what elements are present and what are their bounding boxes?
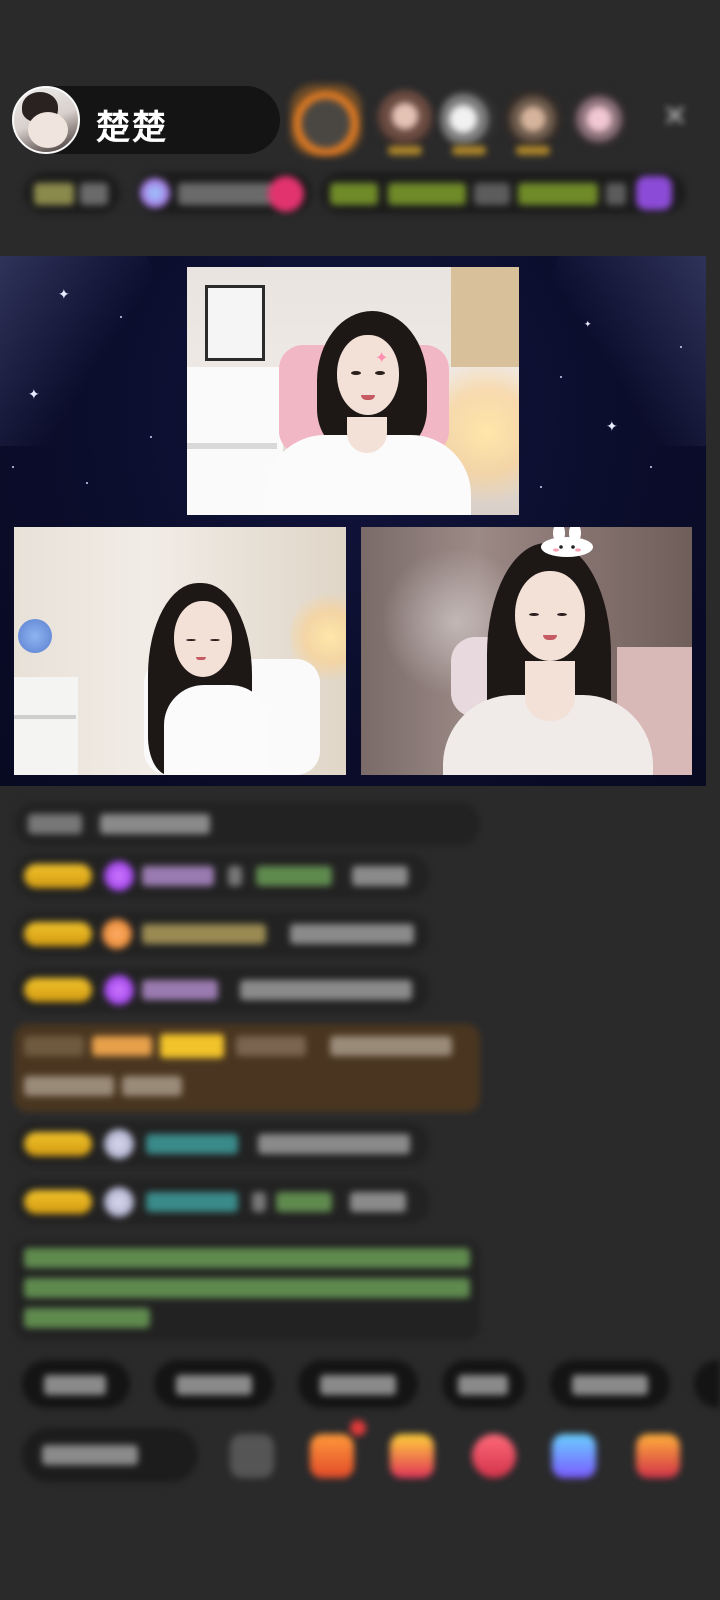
chat-message [14,854,430,898]
quick-reply-button[interactable] [694,1360,720,1408]
hair-clip-icon: ✦ [375,348,389,367]
chat-message [14,802,480,846]
flower-vase-icon [18,619,52,653]
system-message [14,1024,480,1112]
room-tags-chip [320,172,686,214]
more-icon[interactable] [636,1434,680,1478]
camera-top[interactable]: ✦ [187,267,519,515]
notification-dot [350,1420,366,1436]
quick-reply-button[interactable] [298,1360,418,1408]
room-notice [14,1240,480,1340]
fan-badge [24,864,92,888]
sparkle-icon: ✦ [584,320,592,330]
treasure-icon[interactable] [390,1434,434,1478]
quick-reply-button[interactable] [22,1360,130,1408]
chat-message [14,1122,430,1166]
room-level-chip[interactable] [24,172,120,214]
fan-badge [24,1190,92,1214]
quick-reply-button[interactable] [550,1360,670,1408]
quick-reply-button[interactable] [442,1360,526,1408]
gem-icon [104,861,134,891]
chat-message [14,968,430,1012]
follow-icon[interactable] [268,176,304,212]
viewer-rank-tag [452,146,486,155]
close-icon[interactable]: ✕ [660,102,690,132]
gem-icon [102,919,132,949]
sparkle-icon: ✦ [28,387,40,403]
activity-icon[interactable] [552,1434,596,1478]
sparkle-icon: ✦ [606,419,618,435]
viewer-avatar[interactable] [376,90,434,148]
host-avatar[interactable] [12,86,80,154]
sparkle-icon: ✦ [58,287,70,303]
quick-reply-button[interactable] [154,1360,274,1408]
camera-right[interactable] [361,527,692,775]
avatar [104,1187,134,1217]
fan-badge [24,978,92,1002]
chat-input[interactable] [22,1428,198,1482]
avatar [104,1129,134,1159]
chat-message [14,912,430,956]
fan-badge [24,1132,92,1156]
room-info-row [24,172,689,214]
fan-badge [24,922,92,946]
viewer-avatar[interactable] [504,90,562,148]
multi-guest-stage: ✦ ✦ ✦ ✦ ✦ [0,256,706,786]
viewer-rank-tag [388,146,422,155]
host-name: 楚楚 [96,108,168,148]
rank-icon [140,178,170,208]
gem-icon [104,975,134,1005]
game-icon[interactable] [472,1434,516,1478]
bunny-sticker-icon [537,527,597,557]
emoji-icon[interactable] [230,1434,274,1478]
gift-icon[interactable] [310,1434,354,1478]
viewer-avatar-featured[interactable] [290,84,362,156]
viewer-avatar[interactable] [440,90,498,148]
viewer-rank-tag [516,146,550,155]
chat-message [14,1180,430,1224]
viewer-avatar[interactable] [570,90,628,148]
gift-icon[interactable] [636,176,672,210]
camera-left[interactable] [14,527,346,775]
